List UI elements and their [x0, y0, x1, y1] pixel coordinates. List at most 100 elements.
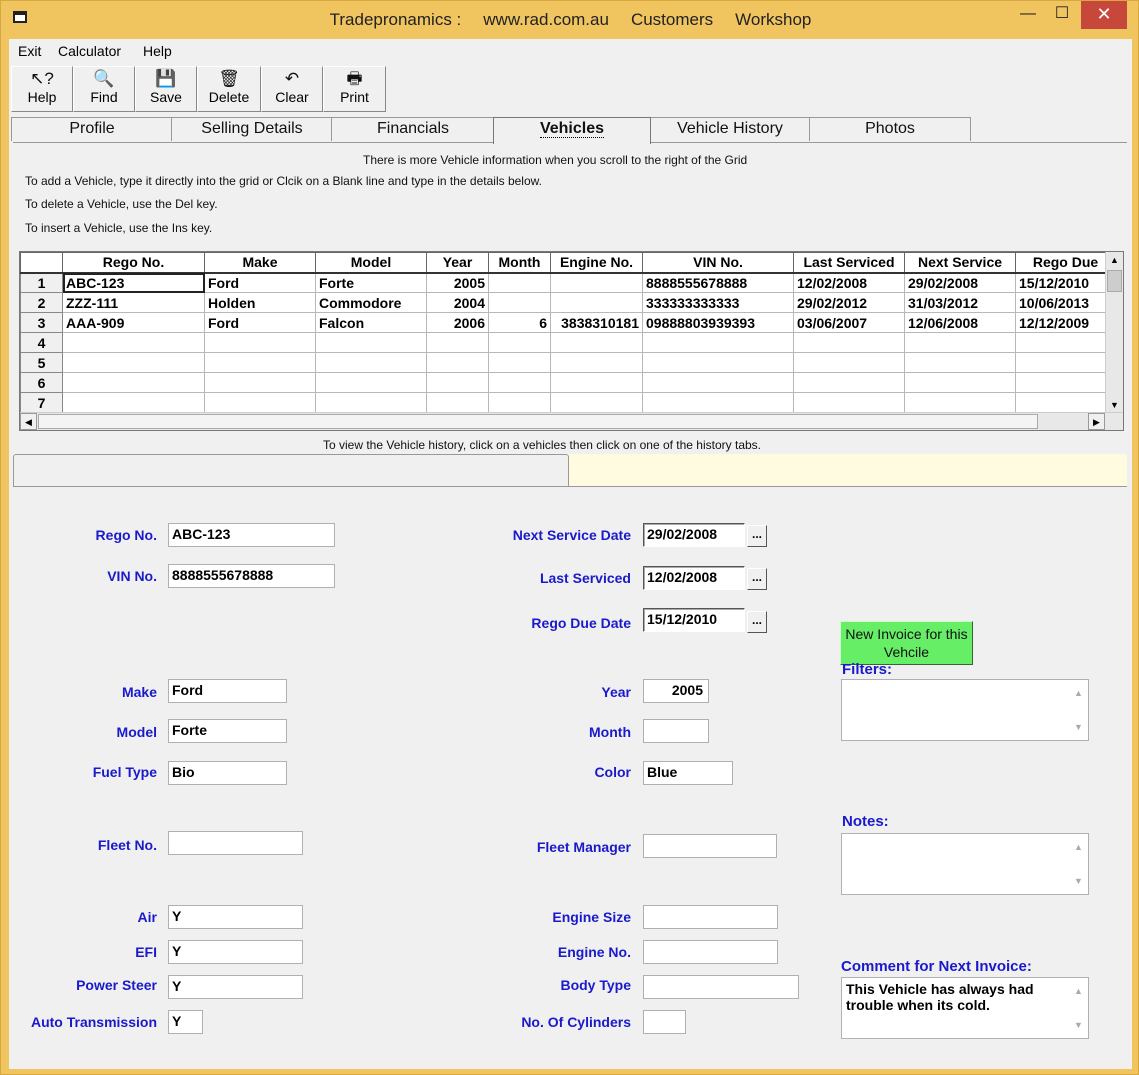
tab-vehicle-history[interactable]: Vehicle History — [649, 117, 811, 141]
power-steer-input[interactable]: Y — [168, 975, 303, 999]
make-input[interactable]: Ford — [168, 679, 287, 703]
tab-financials[interactable]: Financials — [331, 117, 495, 141]
grid-cell[interactable]: 12/02/2008 — [793, 272, 905, 293]
grid-cell[interactable]: Ford — [204, 312, 316, 333]
tab-selling-details[interactable]: Selling Details — [171, 117, 333, 141]
grid-cell[interactable]: 333333333333 — [642, 292, 794, 313]
comment-scrollbar[interactable]: ▲ ▼ — [1072, 978, 1086, 1038]
rego-due-date-picker-button[interactable]: ... — [747, 611, 767, 633]
tab-vehicles[interactable]: Vehicles — [493, 117, 651, 144]
print-button[interactable]: 🖶 Print — [323, 66, 386, 112]
grid-cell[interactable] — [488, 292, 551, 313]
column-header[interactable]: Make — [204, 252, 316, 274]
grid-cell[interactable] — [204, 392, 316, 413]
menu-exit[interactable]: Exit — [18, 43, 41, 59]
grid-horizontal-scrollbar[interactable]: ◀ ▶ — [20, 412, 1123, 430]
grid-cell[interactable]: Ford — [204, 272, 316, 293]
grid-cell[interactable] — [426, 352, 489, 373]
grid-cell[interactable] — [1015, 352, 1116, 373]
grid-cell[interactable] — [793, 392, 905, 413]
grid-cell[interactable]: Falcon — [315, 312, 427, 333]
notes-scrollbar[interactable]: ▲ ▼ — [1072, 834, 1086, 894]
grid-cell[interactable] — [315, 392, 427, 413]
scroll-up-icon[interactable]: ▲ — [1074, 839, 1083, 855]
grid-cell[interactable] — [62, 372, 205, 393]
table-row[interactable]: 6 — [20, 372, 1116, 393]
grid-cell[interactable] — [488, 332, 551, 353]
grid-cell[interactable] — [204, 352, 316, 373]
grid-cell[interactable] — [550, 332, 643, 353]
grid-cell[interactable] — [315, 372, 427, 393]
table-row[interactable]: 7 — [20, 392, 1116, 413]
new-invoice-button[interactable]: New Invoice for this Vehcile — [840, 621, 973, 665]
grid-cell[interactable] — [904, 392, 1016, 413]
grid-cell[interactable] — [426, 332, 489, 353]
grid-cell[interactable]: 10/06/2013 — [1015, 292, 1116, 313]
delete-button[interactable]: 🗑 Delete — [197, 66, 261, 112]
filters-textarea[interactable]: ▲ ▼ — [841, 679, 1089, 741]
grid-cell[interactable] — [550, 352, 643, 373]
minimize-icon[interactable]: — — [1011, 1, 1045, 29]
detail-tab[interactable] — [13, 454, 569, 488]
grid-cell[interactable]: Commodore — [315, 292, 427, 313]
vehicles-grid[interactable]: Rego No. Make Model Year Month Engine No… — [19, 251, 1124, 431]
grid-cell[interactable] — [904, 372, 1016, 393]
grid-cell[interactable] — [488, 392, 551, 413]
grid-cell[interactable]: 2004 — [426, 292, 489, 313]
comment-textarea[interactable]: This Vehicle has always had trouble when… — [841, 977, 1089, 1039]
scroll-down-icon[interactable]: ▼ — [1074, 873, 1083, 889]
next-service-date-field[interactable]: 29/02/2008 — [643, 523, 745, 547]
cylinders-input[interactable] — [643, 1010, 686, 1034]
grid-cell[interactable] — [642, 372, 794, 393]
table-row[interactable]: 2 ZZZ-111 Holden Commodore 2004 333333333333 2… — [20, 292, 1116, 313]
row-header[interactable]: 1 — [20, 272, 63, 293]
grid-cell[interactable] — [426, 392, 489, 413]
grid-cell[interactable] — [426, 372, 489, 393]
model-input[interactable]: Forte — [168, 719, 287, 743]
grid-cell[interactable] — [1015, 392, 1116, 413]
column-header[interactable]: Model — [315, 252, 427, 274]
grid-cell[interactable] — [550, 372, 643, 393]
grid-cell[interactable] — [550, 392, 643, 413]
find-button[interactable]: 🔍 Find — [73, 66, 135, 112]
tab-photos[interactable]: Photos — [809, 117, 971, 141]
grid-cell[interactable]: 09888803939393 — [642, 312, 794, 333]
color-input[interactable]: Blue — [643, 761, 733, 785]
grid-cell[interactable] — [793, 372, 905, 393]
grid-cell[interactable] — [488, 372, 551, 393]
table-row[interactable]: 3 AAA-909 Ford Falcon 2006 6 3838310181 0988880… — [20, 312, 1116, 333]
grid-cell[interactable]: 12/12/2009 — [1015, 312, 1116, 333]
year-input[interactable]: 2005 — [643, 679, 709, 703]
column-header[interactable]: Next Service — [904, 252, 1016, 274]
row-header[interactable]: 3 — [20, 312, 63, 333]
row-header[interactable]: 2 — [20, 292, 63, 313]
grid-cell[interactable] — [315, 352, 427, 373]
column-header[interactable]: Engine No. — [550, 252, 643, 274]
column-header[interactable]: Last Serviced — [793, 252, 905, 274]
scroll-up-icon[interactable]: ▲ — [1074, 685, 1083, 701]
column-header[interactable]: Year — [426, 252, 489, 274]
column-header[interactable]: VIN No. — [642, 252, 794, 274]
menu-calculator[interactable]: Calculator — [58, 43, 121, 59]
row-header[interactable]: 6 — [20, 372, 63, 393]
tab-profile[interactable]: Profile — [11, 117, 173, 141]
grid-cell[interactable] — [793, 352, 905, 373]
scroll-down-icon[interactable]: ▼ — [1074, 1017, 1083, 1033]
fleet-manager-input[interactable] — [643, 834, 777, 858]
grid-cell[interactable] — [550, 292, 643, 313]
scroll-down-icon[interactable]: ▼ — [1074, 719, 1083, 735]
save-button[interactable]: 💾 Save — [135, 66, 197, 112]
body-type-input[interactable] — [643, 975, 799, 999]
grid-cell[interactable]: 3838310181 — [550, 312, 643, 333]
rego-due-date-field[interactable]: 15/12/2010 — [643, 608, 745, 632]
grid-cell[interactable] — [793, 332, 905, 353]
table-row[interactable]: 4 — [20, 332, 1116, 353]
grid-cell[interactable]: ZZZ-111 — [62, 292, 205, 313]
grid-cell[interactable] — [204, 372, 316, 393]
next-service-date-picker-button[interactable]: ... — [747, 525, 767, 547]
grid-cell[interactable]: 2006 — [426, 312, 489, 333]
row-header[interactable]: 5 — [20, 352, 63, 373]
table-row[interactable]: 1 ABC-123 Ford Forte 2005 8888555678888 12/02/… — [20, 272, 1116, 293]
table-row[interactable]: 5 — [20, 352, 1116, 373]
fuel-type-input[interactable]: Bio — [168, 761, 287, 785]
